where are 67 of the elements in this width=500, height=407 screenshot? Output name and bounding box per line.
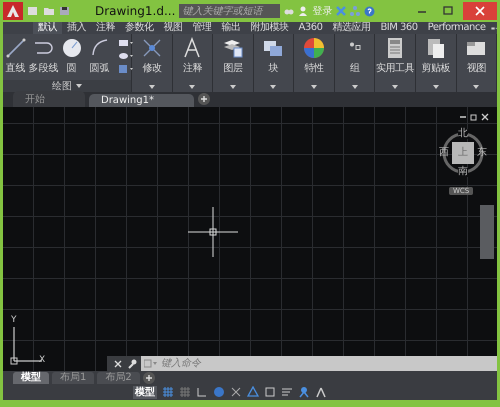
viewport-restore-icon[interactable] bbox=[470, 113, 478, 121]
move-icon bbox=[140, 37, 163, 59]
app-menu-button[interactable] bbox=[3, 2, 23, 20]
line-icon bbox=[4, 37, 26, 59]
rectangle-tool-icon[interactable] bbox=[118, 38, 134, 48]
user-icon bbox=[298, 6, 308, 16]
ribbon-tab[interactable]: BIM 360 bbox=[375, 22, 423, 34]
panel-title[interactable]: 绘图 bbox=[3, 80, 131, 92]
dropdown-icon bbox=[230, 85, 236, 89]
lineweight-icon[interactable] bbox=[281, 386, 293, 398]
snap-icon[interactable] bbox=[179, 386, 191, 398]
file-tab[interactable]: Drawing1* bbox=[89, 94, 194, 107]
selection-icon[interactable] bbox=[264, 386, 276, 398]
draw-tool-button[interactable]: 直线 bbox=[2, 37, 28, 75]
ribbon-tab[interactable]: 注释 bbox=[91, 22, 120, 34]
ribbon-tab[interactable]: Performance bbox=[422, 22, 491, 34]
logo-icon bbox=[6, 4, 20, 18]
group-icon bbox=[348, 42, 361, 50]
ribbon-panel[interactable]: 特性 bbox=[294, 34, 335, 92]
dropdown-icon bbox=[392, 85, 398, 89]
close-icon[interactable] bbox=[113, 358, 123, 368]
axis-label: Y bbox=[11, 315, 16, 325]
dropdown-icon bbox=[148, 85, 155, 89]
draw-tool-button[interactable]: 圆 bbox=[58, 37, 84, 75]
draw-tool-button[interactable]: 圆弧 bbox=[86, 37, 112, 75]
circle-icon bbox=[60, 37, 82, 59]
compass-label[interactable]: 南 bbox=[458, 167, 468, 177]
dropdown-icon bbox=[270, 85, 276, 89]
ribbon-tab[interactable]: 视图 bbox=[158, 22, 188, 34]
crosshair-cursor bbox=[188, 207, 238, 257]
ribbon-tab[interactable]: 精选应用 bbox=[327, 22, 376, 34]
close-icon[interactable] bbox=[463, 2, 497, 20]
ribbon-tab[interactable]: 默认 bbox=[33, 22, 62, 34]
add-tab-icon[interactable] bbox=[142, 372, 155, 384]
color-wheel-icon bbox=[303, 37, 326, 59]
ribbon-tab[interactable]: 插入 bbox=[62, 22, 91, 34]
dropdown-icon bbox=[352, 85, 358, 89]
ribbon-tab[interactable]: A360 bbox=[294, 22, 328, 34]
viewport-close-icon[interactable] bbox=[481, 113, 489, 121]
ortho-icon[interactable] bbox=[196, 386, 208, 398]
layout-tab[interactable]: 模型 bbox=[13, 372, 49, 384]
draw-tool-button[interactable]: 多段线 bbox=[30, 37, 56, 75]
command-input-field[interactable]: 键入命令 bbox=[158, 356, 497, 371]
dropdown-icon bbox=[473, 85, 480, 89]
compass-label[interactable]: 西 bbox=[439, 148, 449, 158]
model-space-button[interactable]: 模型 bbox=[133, 386, 157, 398]
ribbon-tab[interactable]: 参数化 bbox=[120, 22, 158, 34]
dropdown-icon bbox=[189, 85, 196, 89]
ribbon-tab[interactable]: 附加模块 bbox=[246, 22, 294, 34]
arc-icon bbox=[92, 39, 108, 56]
osnap-icon[interactable] bbox=[230, 386, 242, 398]
wrench-icon[interactable] bbox=[127, 358, 137, 368]
ribbon-tab[interactable]: 输出 bbox=[216, 22, 246, 34]
dropdown-icon bbox=[432, 85, 439, 89]
ribbon-tab[interactable]: 管理 bbox=[188, 22, 216, 34]
window-title: Drawing1.d... bbox=[95, 4, 176, 18]
grid-icon[interactable] bbox=[162, 386, 174, 398]
dropdown-icon bbox=[76, 84, 82, 88]
compass-label[interactable]: 东 bbox=[477, 148, 487, 158]
add-tab-icon[interactable] bbox=[198, 93, 210, 105]
save-icon[interactable] bbox=[59, 6, 71, 16]
file-tab[interactable]: 开始 bbox=[13, 91, 85, 107]
help-icon[interactable] bbox=[364, 6, 376, 16]
dropdown-icon bbox=[311, 85, 318, 89]
isometric-icon[interactable] bbox=[247, 386, 259, 398]
compass-label[interactable]: 北 bbox=[458, 129, 468, 139]
layers-icon bbox=[222, 37, 244, 59]
